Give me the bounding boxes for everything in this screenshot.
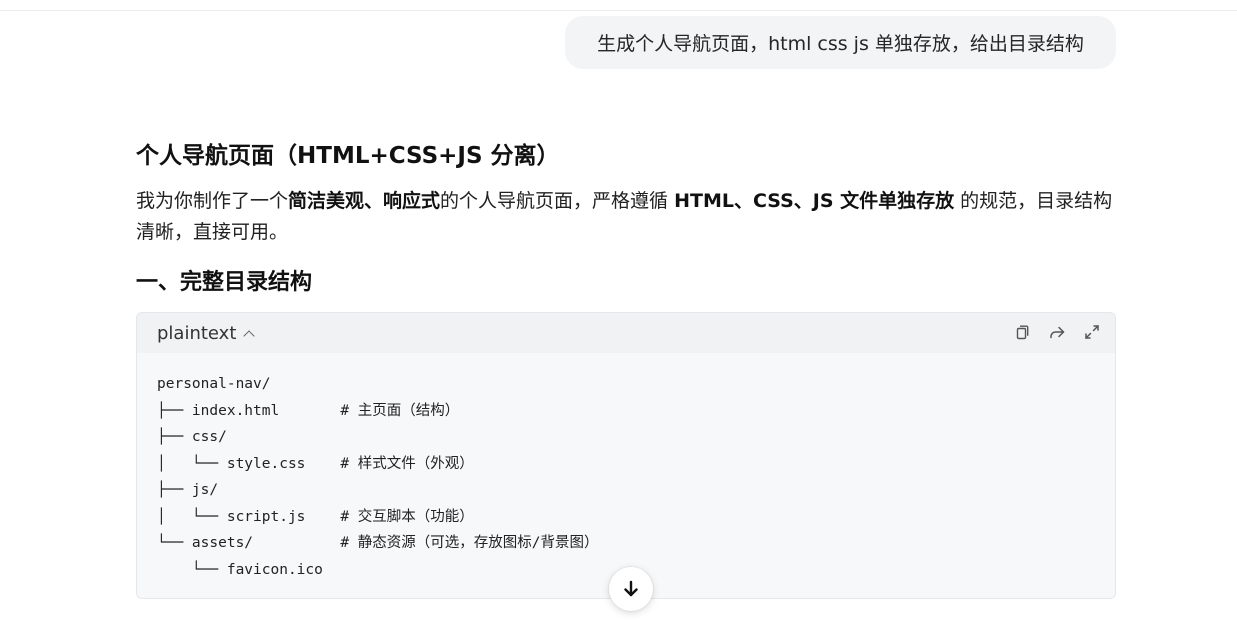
- code-line: │ └── style.css # 样式文件（外观）: [157, 455, 474, 472]
- code-block: plaintext personal-nav/ ├── index.html #…: [136, 312, 1116, 599]
- intro-text-1: 我为你制作了一个: [136, 190, 289, 212]
- copy-icon[interactable]: [1013, 323, 1031, 341]
- intro-bold-1: 简洁美观、响应式: [288, 190, 441, 212]
- code-language-label[interactable]: plaintext: [157, 323, 236, 344]
- answer-title: 个人导航页面（HTML+CSS+JS 分离）: [136, 143, 560, 169]
- code-actions: [1013, 323, 1101, 341]
- user-message-bubble: 生成个人导航页面，html css js 单独存放，给出目录结构: [565, 16, 1116, 69]
- code-line: ├── js/: [157, 482, 219, 498]
- code-line: └── assets/ # 静态资源（可选，存放图标/背景图）: [157, 535, 599, 551]
- code-line: ├── css/: [157, 429, 227, 445]
- code-line: ├── index.html # 主页面（结构）: [157, 402, 460, 419]
- scroll-to-bottom-button[interactable]: [609, 567, 653, 611]
- code-header: plaintext: [137, 313, 1115, 353]
- chevron-up-icon[interactable]: [243, 329, 256, 342]
- code-line: │ └── script.js # 交互脚本（功能）: [157, 508, 474, 525]
- answer-intro: 我为你制作了一个简洁美观、响应式的个人导航页面，严格遵循 HTML、CSS、JS…: [136, 186, 1116, 248]
- user-message-text: 生成个人导航页面，html css js 单独存放，给出目录结构: [597, 33, 1084, 55]
- arrow-down-icon: [624, 580, 638, 597]
- code-line: personal-nav/: [157, 376, 271, 392]
- expand-icon[interactable]: [1083, 323, 1101, 341]
- intro-bold-2: HTML、CSS、JS 文件单独存放: [674, 190, 955, 212]
- intro-text-2: 的个人导航页面，严格遵循: [440, 190, 675, 212]
- section-title-directory: 一、完整目录结构: [136, 270, 313, 295]
- code-body: personal-nav/ ├── index.html # 主页面（结构） ├…: [137, 353, 1115, 583]
- top-divider: [0, 10, 1237, 11]
- share-icon[interactable]: [1048, 323, 1066, 341]
